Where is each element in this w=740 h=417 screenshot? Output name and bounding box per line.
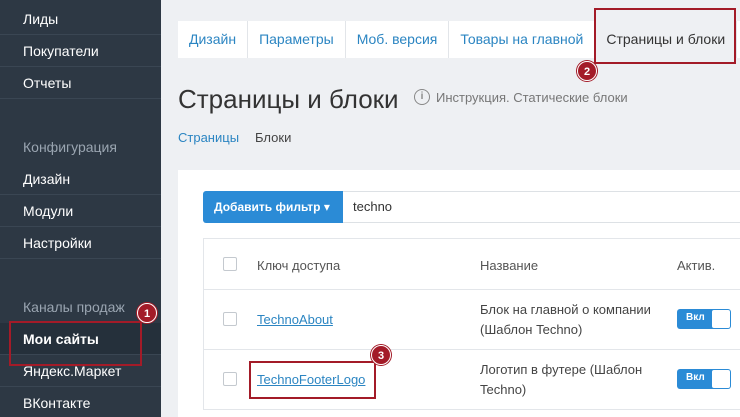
- add-filter-button[interactable]: Добавить фильтр ▾: [203, 191, 343, 223]
- sidebar-item-yandex-market[interactable]: Яндекс.Маркет: [0, 355, 161, 387]
- subnav-blocks-current: Блоки: [255, 130, 292, 145]
- active-toggle[interactable]: Вкл: [677, 309, 731, 329]
- sidebar-section-channels: Каналы продаж: [23, 299, 125, 315]
- toggle-label: Вкл: [686, 312, 705, 323]
- column-header-key[interactable]: Ключ доступа: [257, 258, 340, 273]
- block-name: Блок на главной о компании (Шаблон Techn…: [480, 302, 651, 337]
- table-row: TechnoFooterLogo Логотип в футере (Шабло…: [203, 350, 740, 410]
- sidebar-item-settings[interactable]: Настройки: [0, 227, 161, 259]
- column-header-name[interactable]: Название: [480, 258, 538, 273]
- tab-bar: Дизайн Параметры Моб. версия Товары на г…: [178, 21, 740, 58]
- blocks-panel: Добавить фильтр ▾ techno Ключ доступа На…: [178, 170, 740, 417]
- sidebar-item-customers[interactable]: Покупатели: [0, 35, 161, 67]
- toggle-knob: [712, 370, 730, 388]
- main-content: Дизайн Параметры Моб. версия Товары на г…: [161, 0, 740, 417]
- sidebar-section-config: Конфигурация: [23, 139, 117, 155]
- filter-search-input[interactable]: techno: [343, 191, 740, 223]
- info-icon: i: [414, 89, 430, 105]
- sidebar-item-leads[interactable]: Лиды: [0, 3, 161, 35]
- table-header: Ключ доступа Название Актив.: [203, 238, 740, 290]
- toggle-knob: [712, 310, 730, 328]
- tab-parameters[interactable]: Параметры: [248, 21, 346, 58]
- caret-down-icon: ▾: [323, 200, 330, 214]
- table-row: TechnoAbout Блок на главной о компании (…: [203, 290, 740, 350]
- block-key-link[interactable]: TechnoAbout: [257, 312, 333, 327]
- sidebar-item-reports[interactable]: Отчеты: [0, 67, 161, 99]
- breadcrumb: Страницы Блоки: [178, 130, 291, 145]
- add-filter-label: Добавить фильтр: [214, 200, 321, 214]
- select-all-checkbox[interactable]: [223, 257, 237, 271]
- row-checkbox[interactable]: [223, 312, 237, 326]
- tab-mobile-version[interactable]: Моб. версия: [346, 21, 450, 58]
- sidebar-item-modules[interactable]: Модули: [0, 195, 161, 227]
- sidebar-item-design[interactable]: Дизайн: [0, 163, 161, 195]
- sidebar-item-my-sites[interactable]: Мои сайты: [0, 323, 161, 355]
- block-key-link[interactable]: TechnoFooterLogo: [257, 372, 365, 387]
- row-checkbox[interactable]: [223, 372, 237, 386]
- tab-pages-and-blocks[interactable]: Страницы и блоки: [595, 21, 738, 58]
- tab-design[interactable]: Дизайн: [178, 21, 249, 58]
- sidebar-item-vkontakte[interactable]: ВКонтакте: [0, 387, 161, 417]
- instruction-text: Инструкция. Статические блоки: [436, 89, 628, 105]
- sidebar: Лиды Покупатели Отчеты Конфигурация Диза…: [0, 0, 161, 417]
- subnav-pages-link[interactable]: Страницы: [178, 130, 239, 145]
- active-toggle[interactable]: Вкл: [677, 369, 731, 389]
- toggle-label: Вкл: [686, 372, 705, 383]
- annotation-badge-3: 3: [371, 345, 391, 365]
- annotation-badge-2: 2: [577, 61, 597, 81]
- column-header-active[interactable]: Актив.: [677, 258, 715, 273]
- annotation-badge-1: 1: [137, 303, 157, 323]
- page-title: Страницы и блоки: [178, 84, 399, 114]
- block-name: Логотип в футере (Шаблон Techno): [480, 362, 643, 397]
- tab-featured-products[interactable]: Товары на главной: [449, 21, 596, 58]
- instruction-link[interactable]: i Инструкция. Статические блоки: [414, 89, 628, 105]
